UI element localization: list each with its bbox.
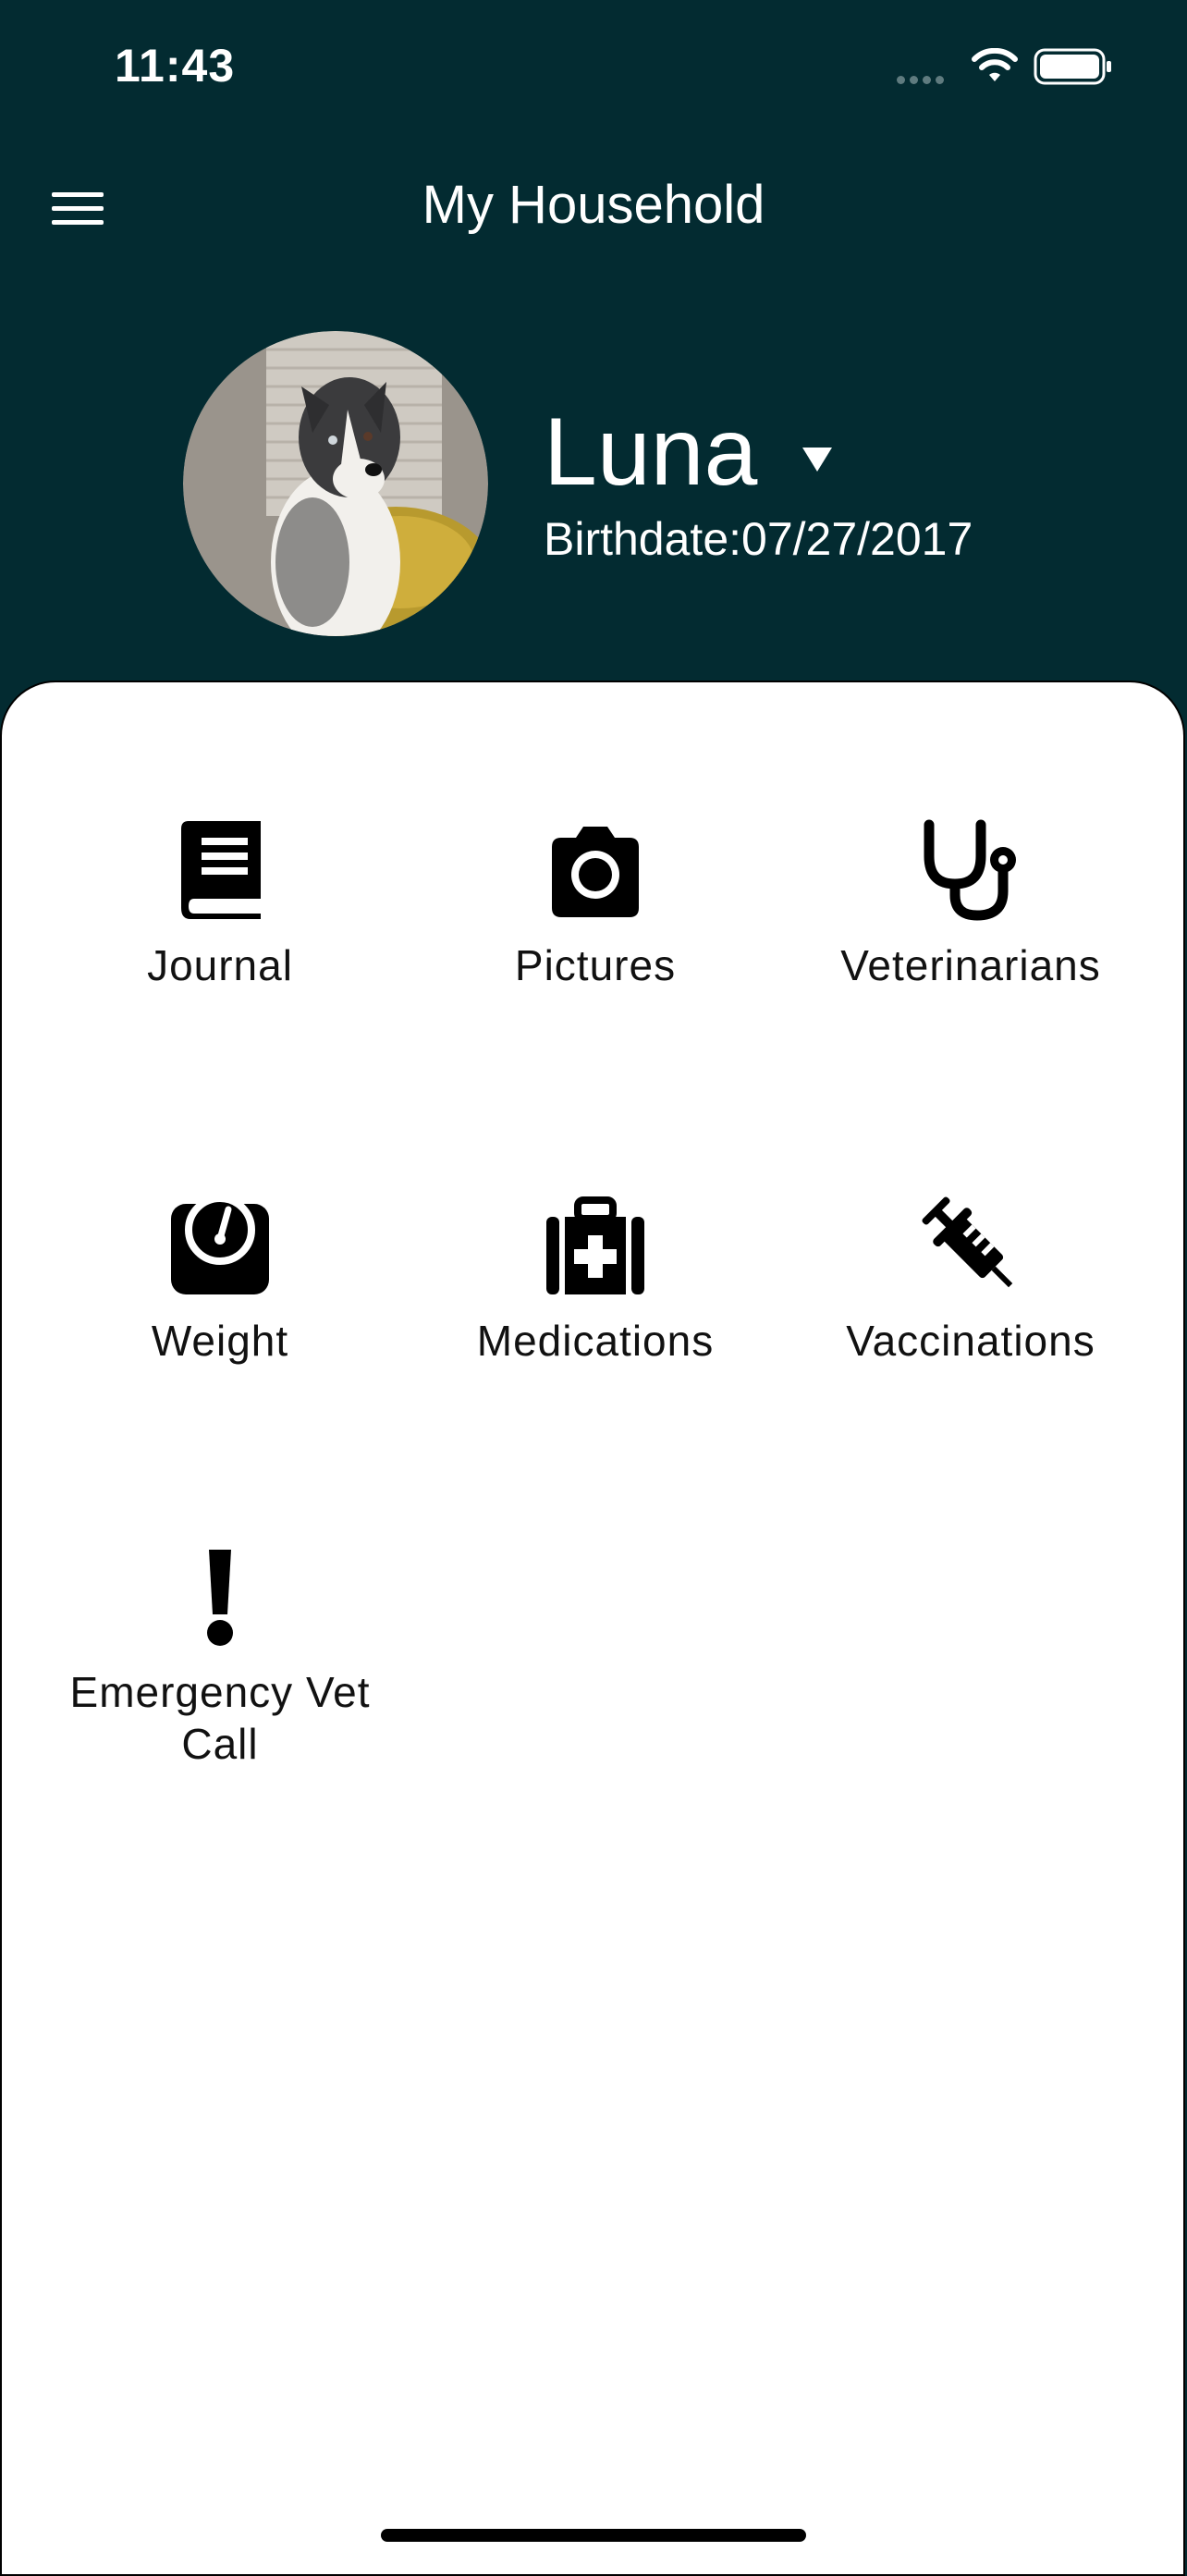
- pet-name[interactable]: Luna: [544, 398, 757, 508]
- medications-tile[interactable]: Medications: [410, 1195, 780, 1367]
- exclamation-icon: [207, 1550, 233, 1646]
- veterinarians-label: Veterinarians: [840, 941, 1101, 989]
- journal-label: Journal: [147, 941, 293, 989]
- pictures-label: Pictures: [514, 941, 677, 989]
- syringe-icon: [922, 1196, 1013, 1288]
- pet-avatar[interactable]: [183, 331, 488, 636]
- pet-birthdate: Birthdate:07/27/2017: [544, 513, 973, 565]
- pictures-tile[interactable]: Pictures: [410, 819, 780, 991]
- weight-label: Weight: [151, 1317, 289, 1365]
- journal-icon: [181, 821, 261, 919]
- veterinarians-tile[interactable]: Veterinarians: [786, 819, 1156, 991]
- caret-down-icon[interactable]: [799, 440, 836, 477]
- scale-icon: [171, 1195, 269, 1294]
- weight-tile[interactable]: Weight: [35, 1195, 405, 1367]
- home-indicator[interactable]: [381, 2529, 806, 2542]
- wifi-icon: [972, 48, 1018, 81]
- camera-icon: [552, 827, 639, 917]
- page-title: My Household: [422, 175, 765, 235]
- battery-icon: [1034, 48, 1111, 85]
- cellular-signal-icon: [897, 72, 948, 89]
- emergency-vet-call-tile[interactable]: Emergency Vet Call: [35, 1546, 405, 1770]
- journal-tile[interactable]: Journal: [35, 819, 405, 991]
- status-time: 11:43: [115, 40, 236, 92]
- emergency-vet-call-label: Emergency Vet Call: [69, 1668, 371, 1768]
- vaccinations-tile[interactable]: Vaccinations: [786, 1195, 1156, 1367]
- status-bar: 11:43: [0, 0, 1187, 129]
- menu-card: Journal Pictures Veterinarians Weight Me…: [0, 681, 1185, 2576]
- medical-kit-icon: [546, 1196, 644, 1294]
- stethoscope-icon: [924, 819, 1016, 921]
- medications-label: Medications: [476, 1317, 715, 1365]
- vaccinations-label: Vaccinations: [846, 1317, 1095, 1365]
